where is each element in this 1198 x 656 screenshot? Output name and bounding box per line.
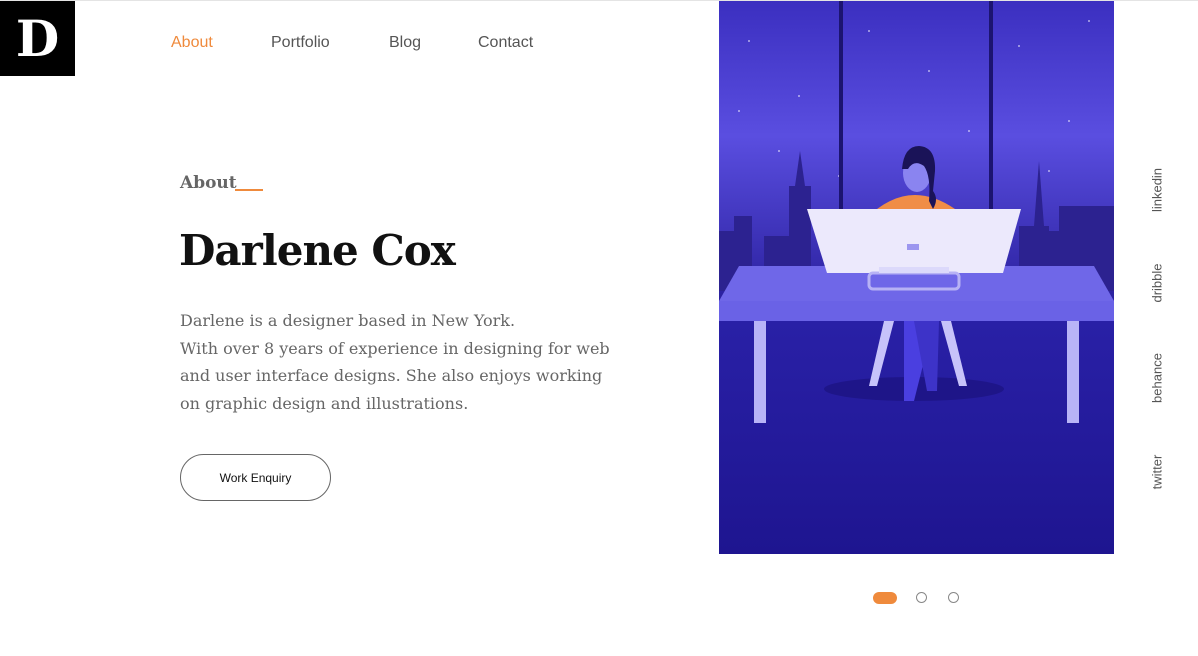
slider-dot-active[interactable] xyxy=(873,592,897,604)
bio-line: and user interface designs. She also enj… xyxy=(180,366,603,385)
bio-line: on graphic design and illustrations. xyxy=(180,393,469,413)
bio-line: Darlene is a designer based in New York. xyxy=(180,311,516,330)
logo[interactable]: D xyxy=(0,1,75,76)
social-link-dribble[interactable]: dribble xyxy=(1150,263,1165,302)
bio-line: With over 8 years of experience in desig… xyxy=(180,338,610,358)
section-label: About xyxy=(180,173,237,193)
social-link-behance[interactable]: behance xyxy=(1150,353,1165,403)
work-enquiry-button[interactable]: Work Enquiry xyxy=(180,454,331,501)
slider-dot[interactable] xyxy=(948,592,959,603)
nav-item-contact[interactable]: Contact xyxy=(478,34,533,52)
hero-illustration xyxy=(719,1,1114,554)
illustration-svg xyxy=(719,1,1114,554)
social-link-linkedin[interactable]: linkedin xyxy=(1150,168,1165,212)
page-title: Darlene Cox xyxy=(179,226,456,275)
slider-dot[interactable] xyxy=(916,592,927,603)
social-link-twitter[interactable]: twitter xyxy=(1150,455,1165,490)
nav-item-blog[interactable]: Blog xyxy=(389,34,421,52)
section-label-underline xyxy=(235,189,263,191)
nav-item-portfolio[interactable]: Portfolio xyxy=(271,34,330,52)
nav-item-about[interactable]: About xyxy=(171,34,213,52)
bio-text: Darlene is a designer based in New York.… xyxy=(180,307,610,417)
